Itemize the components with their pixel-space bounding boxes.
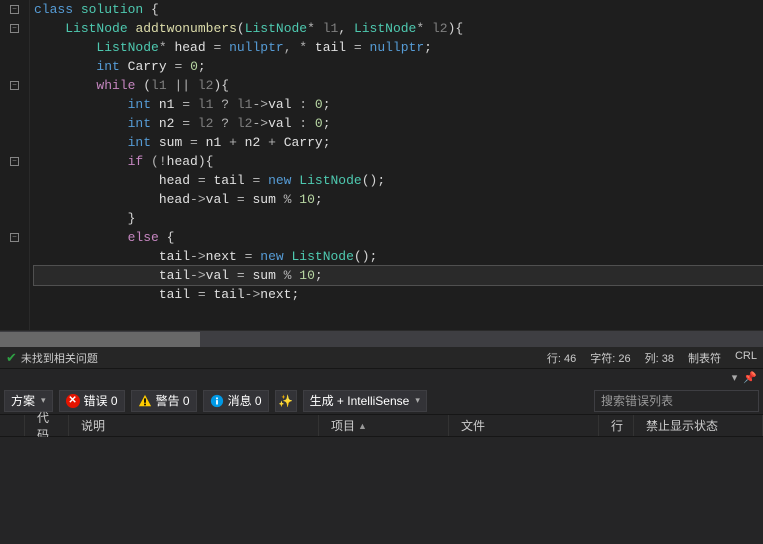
- pin-icon[interactable]: 📌: [743, 371, 757, 385]
- fold-icon[interactable]: −: [10, 157, 19, 166]
- header-line[interactable]: 行: [599, 415, 634, 436]
- wand-icon: ✨: [278, 394, 293, 408]
- header-file[interactable]: 文件: [449, 415, 599, 436]
- code-line[interactable]: while (l1 || l2){: [34, 76, 763, 95]
- code-line[interactable]: ListNode* head = nullptr, * tail = nullp…: [34, 38, 763, 57]
- filter-button[interactable]: ✨: [275, 390, 297, 412]
- errors-button[interactable]: ✕ 错误 0: [59, 390, 125, 412]
- header-desc[interactable]: 说明: [69, 415, 319, 436]
- panel-header: ▾ 📌: [0, 369, 763, 387]
- search-input[interactable]: 搜索错误列表: [594, 390, 759, 412]
- messages-button[interactable]: 消息 0: [203, 390, 269, 412]
- code-line[interactable]: head->val = sum % 10;: [34, 190, 763, 209]
- header-suppress[interactable]: 禁止显示状态: [634, 415, 763, 436]
- dropdown-icon[interactable]: ▾: [732, 371, 738, 385]
- header-code[interactable]: 代码: [25, 415, 69, 436]
- code-line[interactable]: int Carry = 0;: [34, 57, 763, 76]
- warnings-label: 警告 0: [156, 392, 190, 409]
- fold-icon[interactable]: −: [10, 233, 19, 242]
- fold-icon[interactable]: −: [10, 5, 19, 14]
- horizontal-scrollbar[interactable]: [0, 330, 763, 347]
- info-icon: [210, 394, 224, 408]
- code-line[interactable]: tail->next = new ListNode();: [34, 247, 763, 266]
- solution-label: 方案: [11, 392, 35, 409]
- code-line[interactable]: }: [34, 209, 763, 228]
- code-editor[interactable]: − − − − − class solution { ListNode addtwonu…: [0, 0, 763, 330]
- code-line[interactable]: tail = tail->next;: [34, 285, 763, 304]
- code-line[interactable]: int sum = n1 + n2 + Carry;: [34, 133, 763, 152]
- error-icon: ✕: [66, 394, 80, 408]
- build-combo[interactable]: 生成 + IntelliSense ▾: [303, 390, 427, 412]
- messages-label: 消息 0: [228, 392, 262, 409]
- status-bar: ✔ 未找到相关问题 行: 46 字符: 26 列: 38 制表符 CRL: [0, 347, 763, 369]
- header-icon-col[interactable]: [0, 415, 25, 436]
- header-project[interactable]: 项目▲: [319, 415, 449, 436]
- chevron-down-icon: ▾: [41, 395, 46, 406]
- status-crlf: CRL: [735, 350, 757, 366]
- code-line[interactable]: [34, 304, 763, 323]
- code-line[interactable]: int n1 = l1 ? l1->val : 0;: [34, 95, 763, 114]
- code-line[interactable]: tail->val = sum % 10;: [34, 266, 763, 285]
- status-issues: 未找到相关问题: [21, 350, 98, 366]
- fold-icon[interactable]: −: [10, 24, 19, 33]
- error-list-headers: 代码 说明 项目▲ 文件 行 禁止显示状态: [0, 415, 763, 437]
- warning-icon: [138, 394, 152, 408]
- gutter: − − − − −: [0, 0, 30, 330]
- status-char: 字符: 26: [590, 350, 630, 366]
- error-list-toolbar: 方案 ▾ ✕ 错误 0 警告 0 消息 0 ✨ 生成 + IntelliSens…: [0, 387, 763, 415]
- code-line[interactable]: ListNode addtwonumbers(ListNode* l1, Lis…: [34, 19, 763, 38]
- scrollbar-thumb[interactable]: [0, 332, 200, 347]
- fold-icon[interactable]: −: [10, 81, 19, 90]
- code-line[interactable]: else {: [34, 228, 763, 247]
- status-line: 行: 46: [547, 350, 576, 366]
- build-label: 生成 + IntelliSense: [310, 392, 410, 409]
- code-line[interactable]: int n2 = l2 ? l2->val : 0;: [34, 114, 763, 133]
- status-tabs: 制表符: [688, 350, 721, 366]
- code-line[interactable]: if (!head){: [34, 152, 763, 171]
- chevron-down-icon: ▾: [415, 395, 420, 406]
- code-area[interactable]: class solution { ListNode addtwonumbers(…: [30, 0, 763, 330]
- warnings-button[interactable]: 警告 0: [131, 390, 197, 412]
- error-list-results[interactable]: [0, 437, 763, 544]
- code-line[interactable]: class solution {: [34, 0, 763, 19]
- search-placeholder: 搜索错误列表: [601, 392, 673, 409]
- status-col: 列: 38: [645, 350, 674, 366]
- errors-label: 错误 0: [84, 392, 118, 409]
- check-icon: ✔: [6, 350, 17, 366]
- code-line[interactable]: head = tail = new ListNode();: [34, 171, 763, 190]
